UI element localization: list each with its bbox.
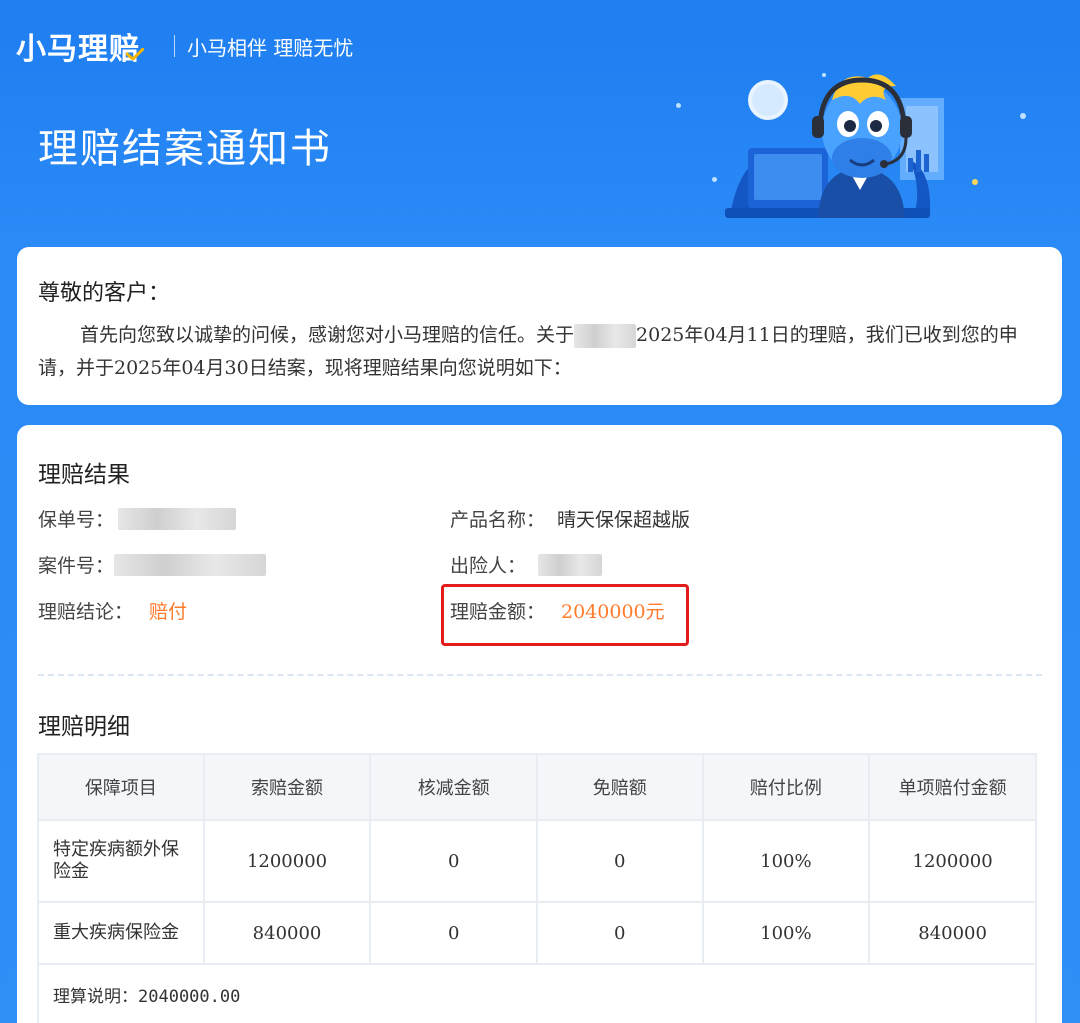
page-title: 理赔结案通知书	[38, 126, 332, 172]
redacted-insured-person	[538, 553, 603, 576]
table-cell: 840000	[202, 901, 372, 965]
star-icon	[676, 103, 681, 108]
product-name-value: 晴天保保超越版	[557, 509, 691, 531]
star-icon	[1020, 113, 1026, 119]
table-cell: 1200000	[202, 819, 372, 903]
brand-divider	[174, 35, 175, 57]
table-note-row: 理算说明：2040000.00	[37, 963, 1037, 1023]
table-cell: 100%	[701, 901, 871, 965]
greeting-body: 首先向您致以诚挚的问候，感谢您对小马理赔的信任。关于 2025年04月11日的理赔…	[38, 319, 1040, 385]
policy-number: 保单号：	[38, 505, 237, 532]
column-header: 单项赔付金额	[868, 753, 1037, 821]
column-header: 保障项目	[37, 753, 205, 821]
table-row: 特定疾病额外保险金 1200000 0 0 100% 1200000	[37, 819, 1037, 903]
check-icon	[126, 48, 144, 60]
table-cell: 840000	[868, 901, 1037, 965]
salutation: 尊敬的客户：	[38, 281, 171, 306]
policy-number-label: 保单号：	[38, 509, 115, 531]
section-divider	[38, 674, 1042, 676]
amount-highlight-box	[441, 584, 689, 646]
table-cell: 0	[535, 901, 704, 965]
product-name-label: 产品名称：	[450, 509, 546, 531]
calculation-note-label: 理算说明：	[53, 986, 138, 1007]
case-number-label: 案件号：	[38, 555, 115, 577]
table-cell: 1200000	[868, 819, 1037, 903]
column-header: 索赔金额	[202, 753, 372, 821]
calculation-note: 理算说明：2040000.00	[37, 963, 1037, 1023]
case-number: 案件号：	[38, 551, 267, 578]
result-section-title: 理赔结果	[38, 462, 130, 488]
insured-person: 出险人：	[450, 551, 603, 578]
brand-logo: 小马理赔	[16, 32, 140, 67]
redacted-name	[574, 324, 637, 348]
mascot-illustration	[725, 74, 944, 218]
product-name: 产品名称： 晴天保保超越版	[450, 505, 690, 532]
greeting-card: 尊敬的客户： 首先向您致以诚挚的问候，感谢您对小马理赔的信任。关于 2025年04…	[17, 247, 1062, 405]
detail-section-title: 理赔明细	[38, 714, 130, 740]
table-cell: 特定疾病额外保险金	[37, 819, 205, 903]
brand-header: 小马理赔 小马相伴 理赔无忧	[16, 24, 353, 68]
table-row: 重大疾病保险金 840000 0 0 100% 840000	[37, 901, 1037, 965]
table-cell: 重大疾病保险金	[37, 901, 205, 965]
claim-detail-table: 保障项目 索赔金额 核减金额 免赔额 赔付比例 单项赔付金额 特定疾病额外保险金…	[37, 753, 1037, 1023]
table-header-row: 保障项目 索赔金额 核减金额 免赔额 赔付比例 单项赔付金额	[37, 753, 1037, 821]
table-cell: 0	[369, 819, 538, 903]
claim-conclusion-value: 赔付	[149, 601, 188, 623]
column-header: 赔付比例	[701, 753, 871, 821]
column-header: 核减金额	[369, 753, 538, 821]
greeting-text-part1: 首先向您致以诚挚的问候，感谢您对小马理赔的信任。关于	[80, 324, 575, 346]
calculation-note-value: 2040000.00	[138, 986, 241, 1007]
claim-conclusion-label: 理赔结论：	[38, 601, 134, 623]
result-card: 理赔结果 保单号： 产品名称： 晴天保保超越版 案件号： 出险人： 理赔结论： …	[17, 425, 1062, 1023]
table-cell: 0	[535, 819, 704, 903]
column-header: 免赔额	[535, 753, 704, 821]
brand-slogan: 小马相伴 理赔无忧	[187, 35, 354, 60]
redacted-policy-number	[118, 507, 237, 530]
claim-conclusion: 理赔结论： 赔付	[38, 597, 187, 624]
redacted-case-number	[114, 553, 267, 576]
table-cell: 0	[369, 901, 538, 965]
table-cell: 100%	[701, 819, 871, 903]
insured-person-label: 出险人：	[450, 555, 527, 577]
